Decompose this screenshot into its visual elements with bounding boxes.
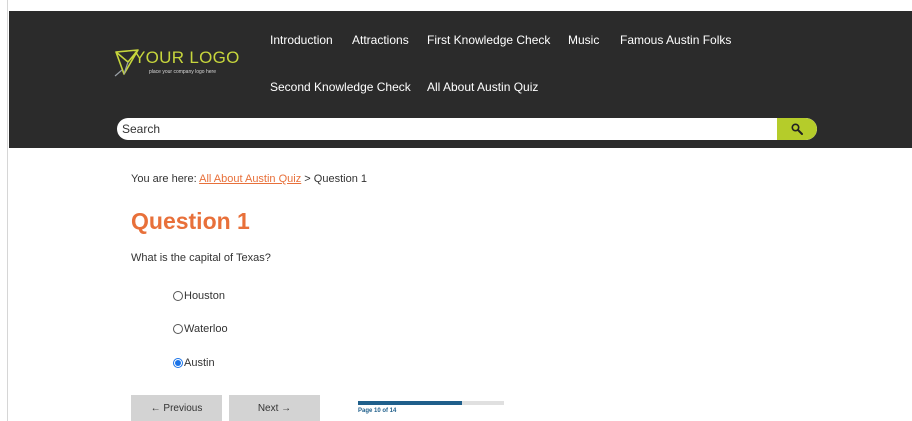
progress-bar [358,401,504,405]
nav-item-attractions[interactable]: Attractions [352,33,409,47]
answer-option-waterloo[interactable]: Waterloo [173,323,228,335]
breadcrumb-current: Question 1 [313,173,367,185]
page-indicator: Page 10 of 14 [358,408,397,414]
answer-option-austin[interactable]: Austin [173,357,215,369]
progress-fill [358,401,463,405]
search-input[interactable] [117,118,777,140]
logo[interactable]: YOUR LOGO place your company logo here [114,48,254,88]
radio-austin[interactable] [173,358,183,368]
breadcrumb-link-quiz[interactable]: All About Austin Quiz [199,173,301,185]
nav-item-second-knowledge-check[interactable]: Second Knowledge Check [270,80,411,94]
next-button[interactable]: Next → [229,395,320,421]
option-label-waterloo: Waterloo [184,323,228,335]
nav-item-introduction[interactable]: Introduction [270,33,333,47]
nav-item-famous-austin-folks[interactable]: Famous Austin Folks [620,33,731,47]
search-icon [791,123,803,135]
question-text: What is the capital of Texas? [131,252,271,264]
logo-subtitle: place your company logo here [149,69,216,75]
search-button[interactable] [777,118,817,140]
nav-item-all-about-austin-quiz[interactable]: All About Austin Quiz [427,80,538,94]
option-label-austin: Austin [184,357,215,369]
breadcrumb: You are here: All About Austin Quiz > Qu… [131,173,367,185]
radio-houston[interactable] [173,291,183,301]
search-bar [117,118,817,140]
nav-item-first-knowledge-check[interactable]: First Knowledge Check [427,33,550,47]
option-label-houston: Houston [184,290,225,302]
radio-waterloo[interactable] [173,324,183,334]
breadcrumb-prefix: You are here: [131,173,197,185]
previous-button[interactable]: ← Previous [131,395,222,421]
left-border [0,0,8,421]
page-title: Question 1 [131,208,250,234]
nav-item-music[interactable]: Music [568,33,599,47]
breadcrumb-separator: > [304,173,311,185]
logo-title: YOUR LOGO [134,48,240,67]
answer-option-houston[interactable]: Houston [173,290,225,302]
